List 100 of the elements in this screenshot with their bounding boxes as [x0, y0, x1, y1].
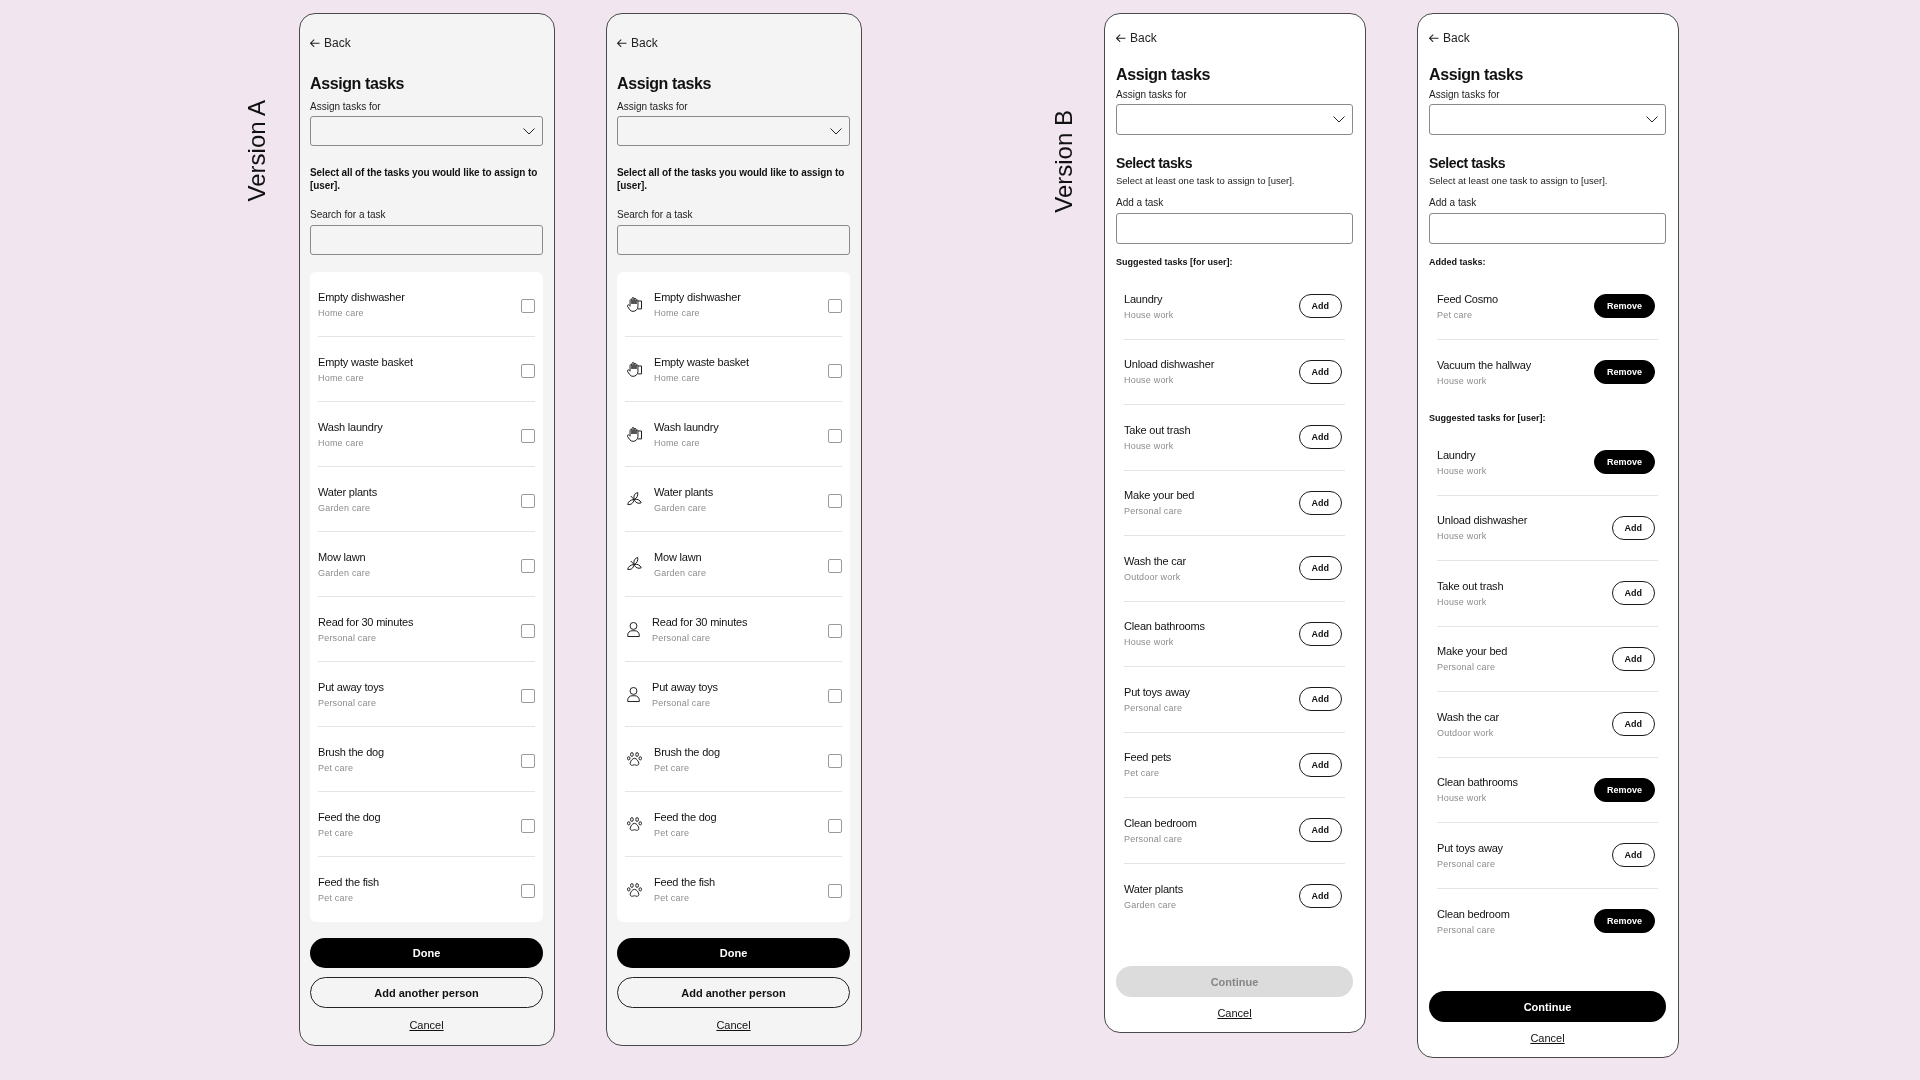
- checkbox[interactable]: [828, 884, 842, 898]
- dropdown-field[interactable]: [617, 116, 850, 146]
- search-field[interactable]: [310, 225, 543, 255]
- task-action-button[interactable]: Remove: [1594, 909, 1655, 934]
- task-action-button[interactable]: Add: [1611, 515, 1655, 540]
- field-label: Assign tasks for: [1429, 89, 1501, 101]
- checkbox[interactable]: [521, 753, 535, 768]
- checkbox[interactable]: [828, 623, 842, 638]
- continue-button[interactable]: Continue: [1429, 991, 1666, 1022]
- task-action-button[interactable]: Add: [1298, 294, 1342, 319]
- task-action-button[interactable]: Add: [1298, 687, 1342, 712]
- checkbox[interactable]: [828, 558, 842, 573]
- task-action-button[interactable]: Add: [1611, 646, 1655, 671]
- checkbox[interactable]: [521, 363, 535, 378]
- dropdown-field[interactable]: [1116, 104, 1353, 135]
- task-category: Home care: [318, 436, 364, 449]
- paw-icon: [627, 752, 642, 766]
- cancel-link[interactable]: Cancel: [716, 1018, 751, 1032]
- task-action-button[interactable]: Remove: [1594, 450, 1655, 475]
- task-title: Feed the dog: [318, 809, 381, 824]
- task-category: Home care: [318, 306, 364, 319]
- search-field[interactable]: [617, 225, 850, 255]
- checkbox[interactable]: [828, 753, 842, 768]
- checkbox[interactable]: [521, 493, 535, 508]
- hand-icon: [627, 426, 642, 442]
- task-title: Feed pets: [1124, 750, 1172, 765]
- version-label: Version A: [245, 100, 269, 202]
- task-action-button[interactable]: Add: [1611, 712, 1655, 737]
- back-link[interactable]: Back: [1116, 31, 1157, 45]
- task-title: Empty dishwasher: [654, 289, 741, 304]
- checkbox[interactable]: [521, 428, 535, 443]
- task-action-button[interactable]: Remove: [1594, 294, 1655, 319]
- instruction-text: Select all of the tasks you would like to assign to [user].: [617, 166, 846, 192]
- checkbox[interactable]: [828, 298, 842, 313]
- task-category: Home care: [654, 371, 700, 384]
- group-heading: Suggested tasks [for user]:: [1116, 256, 1234, 268]
- screen-title: Assign tasks: [310, 74, 405, 94]
- task-category: House work: [1437, 530, 1487, 543]
- task-category: House work: [1437, 595, 1487, 608]
- task-title: Empty waste basket: [654, 354, 749, 369]
- task-title: Read for 30 minutes: [318, 614, 414, 629]
- task-category: Garden care: [1124, 898, 1177, 911]
- task-action-button[interactable]: Add: [1298, 818, 1342, 843]
- task-category: Garden care: [654, 501, 707, 514]
- task-title: Clean bedroom: [1124, 815, 1197, 830]
- checkbox[interactable]: [521, 688, 535, 703]
- task-category: Pet care: [654, 826, 690, 839]
- cancel-link[interactable]: Cancel: [1530, 1031, 1565, 1045]
- task-title: Put toys away: [1124, 684, 1190, 699]
- checkbox[interactable]: [521, 818, 535, 833]
- checkbox[interactable]: [521, 298, 535, 313]
- checkbox[interactable]: [828, 363, 842, 378]
- task-title: Feed the fish: [654, 875, 715, 889]
- add-task-field[interactable]: [1116, 213, 1353, 244]
- chevron-down-icon: [1333, 116, 1345, 123]
- checkbox[interactable]: [521, 623, 535, 638]
- instruction-text: Select all of the tasks you would like to assign to [user].: [310, 166, 539, 192]
- task-category: Home care: [654, 306, 700, 319]
- back-link[interactable]: Back: [310, 36, 351, 50]
- checkbox[interactable]: [521, 558, 535, 573]
- task-category: Garden care: [318, 501, 371, 514]
- task-category: Pet care: [654, 761, 690, 774]
- task-title: Water plants: [654, 484, 713, 499]
- dropdown-field[interactable]: [310, 116, 543, 146]
- back-link[interactable]: Back: [1429, 31, 1470, 45]
- task-action-button[interactable]: Add: [1298, 490, 1342, 515]
- task-action-button[interactable]: Remove: [1594, 777, 1655, 802]
- field-label: Add a task: [1429, 197, 1478, 209]
- task-title: Brush the dog: [318, 744, 384, 759]
- task-action-button[interactable]: Add: [1298, 359, 1342, 384]
- done-button[interactable]: Done: [617, 938, 850, 968]
- task-action-button[interactable]: Add: [1611, 843, 1655, 868]
- field-label: Search for a task: [310, 209, 387, 221]
- task-action-button[interactable]: Add: [1298, 884, 1342, 909]
- task-category: Pet care: [654, 892, 690, 904]
- task-title: Laundry: [1124, 291, 1163, 306]
- task-action-button[interactable]: Add: [1298, 425, 1342, 450]
- task-action-button[interactable]: Add: [1611, 581, 1655, 606]
- task-action-button[interactable]: Remove: [1594, 360, 1655, 385]
- task-action-button[interactable]: Add: [1298, 621, 1342, 646]
- checkbox[interactable]: [828, 818, 842, 833]
- task-category: House work: [1124, 374, 1174, 387]
- cancel-link[interactable]: Cancel: [409, 1018, 444, 1032]
- checkbox[interactable]: [828, 428, 842, 443]
- checkbox[interactable]: [521, 884, 535, 898]
- back-link[interactable]: Back: [617, 36, 658, 50]
- checkbox[interactable]: [828, 688, 842, 703]
- task-title: Feed the dog: [654, 809, 717, 824]
- add-task-field[interactable]: [1429, 213, 1666, 244]
- task-action-button[interactable]: Add: [1298, 752, 1342, 777]
- checkbox[interactable]: [828, 493, 842, 508]
- paw-icon: [627, 817, 642, 831]
- cancel-link[interactable]: Cancel: [1217, 1006, 1252, 1020]
- done-button[interactable]: Done: [310, 938, 543, 968]
- task-category: House work: [1437, 792, 1487, 805]
- task-category: Personal care: [1437, 857, 1496, 870]
- chevron-down-icon: [523, 127, 535, 135]
- dropdown-field[interactable]: [1429, 104, 1666, 135]
- task-action-button[interactable]: Add: [1298, 556, 1342, 581]
- task-title: Put away toys: [318, 679, 384, 694]
